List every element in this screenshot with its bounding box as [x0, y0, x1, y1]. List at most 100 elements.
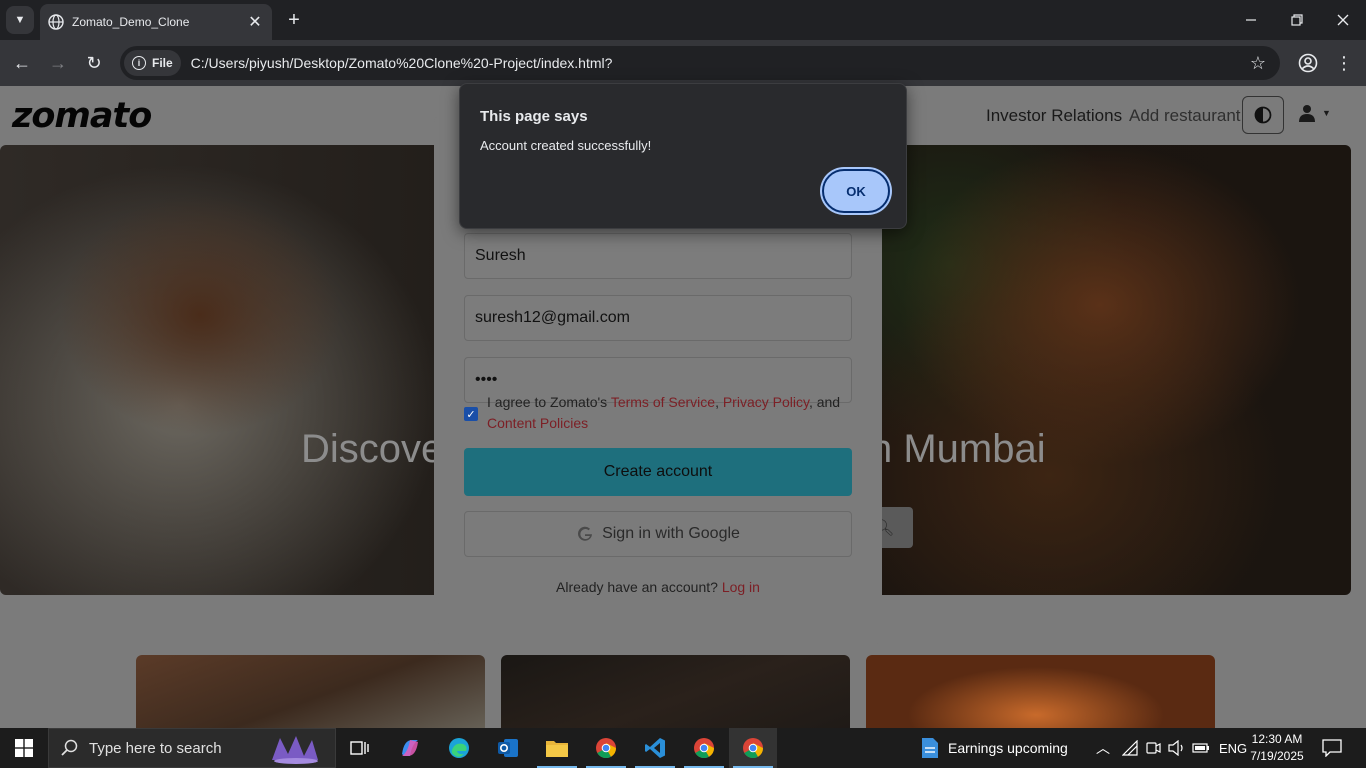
name-field[interactable]: Suresh: [464, 233, 852, 279]
browser-toolbar: ← → ↻ i File C:/Users/piyush/Desktop/Zom…: [0, 40, 1366, 86]
meet-now-status[interactable]: [1145, 728, 1161, 768]
browser-tab[interactable]: Zomato_Demo_Clone ✕: [40, 4, 272, 40]
address-bar[interactable]: i File C:/Users/piyush/Desktop/Zomato%20…: [120, 46, 1280, 80]
check-icon: ✓: [466, 408, 476, 421]
ok-button[interactable]: OK: [822, 169, 890, 213]
contrast-icon: [1254, 106, 1272, 124]
create-account-button[interactable]: Create account: [464, 448, 852, 496]
login-link[interactable]: Log in: [722, 579, 760, 595]
notification-icon: [1322, 739, 1342, 757]
taskbar-vscode[interactable]: [631, 728, 679, 768]
taskbar-chrome-profile-1[interactable]: [582, 728, 630, 768]
user-menu[interactable]: ▼: [1298, 104, 1331, 122]
browser-menu-button[interactable]: ⋮: [1330, 49, 1358, 77]
google-signin-label: Sign in with Google: [602, 525, 740, 542]
more-vert-icon: ⋮: [1335, 52, 1353, 73]
battery-status[interactable]: [1192, 728, 1210, 768]
clock-time: 12:30 AM: [1251, 732, 1303, 746]
close-window-button[interactable]: [1320, 0, 1366, 40]
document-icon: [922, 738, 938, 758]
taskbar-edge[interactable]: [435, 728, 483, 768]
copilot-icon: [402, 740, 418, 756]
user-icon: [1299, 105, 1315, 122]
minimize-button[interactable]: [1228, 0, 1274, 40]
add-restaurant-link[interactable]: Add restaurant: [1129, 106, 1241, 126]
close-icon: [1337, 14, 1349, 26]
hero-headline-left: Discove: [301, 427, 444, 471]
task-view-icon: [350, 741, 369, 755]
taskbar-copilot[interactable]: [386, 728, 434, 768]
folder-icon: [546, 741, 568, 757]
news-widget[interactable]: Earnings upcoming: [920, 728, 1068, 768]
tab-title: Zomato_Demo_Clone: [72, 15, 190, 29]
taskbar-search-box[interactable]: Type here to search: [48, 728, 336, 768]
alert-dialog: This page says Account created successfu…: [459, 83, 907, 229]
minimize-icon: [1246, 19, 1256, 21]
info-icon: i: [132, 56, 146, 70]
theme-toggle-button[interactable]: [1242, 96, 1284, 134]
agree-prefix: I agree to Zomato's: [487, 394, 611, 410]
tab-close-icon[interactable]: ✕: [246, 12, 264, 32]
taskbar-chrome-profile-2[interactable]: [680, 728, 728, 768]
profile-button[interactable]: [1294, 49, 1322, 77]
content-policies-link[interactable]: Content Policies: [487, 415, 588, 431]
terms-link[interactable]: Terms of Service: [611, 394, 715, 410]
network-status[interactable]: [1122, 728, 1138, 768]
chevron-up-icon: ︿: [1096, 740, 1110, 756]
privacy-link[interactable]: Privacy Policy: [723, 394, 809, 410]
clock-date: 7/19/2025: [1250, 749, 1304, 763]
task-view-button[interactable]: [336, 728, 384, 768]
collection-card-dining[interactable]: [501, 655, 850, 728]
back-button[interactable]: ←: [8, 49, 36, 77]
google-icon: [578, 526, 593, 541]
collection-card-nightlife[interactable]: [866, 655, 1215, 728]
chrome-icon: [596, 738, 617, 759]
notifications-button[interactable]: [1322, 728, 1342, 768]
taskbar-file-explorer[interactable]: [533, 728, 581, 768]
battery-icon: [1192, 743, 1209, 753]
language-indicator[interactable]: ENG: [1219, 728, 1247, 768]
profile-icon: [1298, 53, 1318, 73]
zomato-logo[interactable]: zomato: [12, 96, 152, 136]
bookmark-star-icon[interactable]: ☆: [1250, 53, 1266, 74]
edge-icon: [449, 738, 469, 758]
chrome-icon: [694, 738, 715, 759]
search-icon: [61, 739, 78, 756]
wifi-icon: [1122, 740, 1138, 756]
chrome-icon: [743, 738, 764, 759]
show-hidden-icons-button[interactable]: ︿: [1096, 728, 1110, 768]
restore-icon: [1291, 14, 1303, 26]
hero-headline-right: n Mumbai: [870, 427, 1046, 471]
investor-relations-link[interactable]: Investor Relations: [986, 106, 1122, 126]
new-tab-button[interactable]: +: [282, 8, 306, 32]
tab-strip: ▼ Zomato_Demo_Clone ✕ +: [0, 0, 1366, 40]
start-button[interactable]: [0, 728, 48, 768]
restore-button[interactable]: [1274, 0, 1320, 40]
globe-icon: [48, 14, 64, 30]
dialog-title: This page says: [480, 108, 588, 125]
dialog-message: Account created successfully!: [480, 138, 652, 153]
windows-logo-icon: [15, 739, 33, 757]
forward-button[interactable]: →: [44, 49, 72, 77]
url-text[interactable]: C:/Users/piyush/Desktop/Zomato%20Clone%2…: [191, 55, 613, 71]
tab-search-icon[interactable]: ▼: [6, 6, 34, 34]
taskbar-outlook[interactable]: [484, 728, 532, 768]
site-info-chip[interactable]: i File: [124, 50, 181, 76]
system-clock[interactable]: 12:30 AM 7/19/2025: [1244, 731, 1310, 765]
terms-checkbox[interactable]: ✓: [464, 407, 478, 421]
arrow-left-icon: ←: [13, 52, 31, 73]
outlook-icon: [498, 739, 518, 757]
volume-status[interactable]: [1168, 728, 1186, 768]
caret-down-icon: ▼: [1322, 108, 1331, 118]
collection-card-order[interactable]: [136, 655, 485, 728]
vscode-icon: [645, 738, 665, 758]
reload-button[interactable]: ↻: [80, 49, 108, 77]
already-label: Already have an account?: [556, 579, 722, 595]
terms-agreement-text: I agree to Zomato's Terms of Service, Pr…: [487, 392, 857, 434]
taskbar: Type here to search Earnings upcoming ︿ …: [0, 728, 1366, 768]
taskbar-chrome-active[interactable]: [729, 728, 777, 768]
google-signin-button[interactable]: Sign in with Google: [464, 511, 852, 557]
email-field[interactable]: suresh12@gmail.com: [464, 295, 852, 341]
site-info-label: File: [152, 56, 173, 70]
search-placeholder: Type here to search: [89, 739, 222, 757]
